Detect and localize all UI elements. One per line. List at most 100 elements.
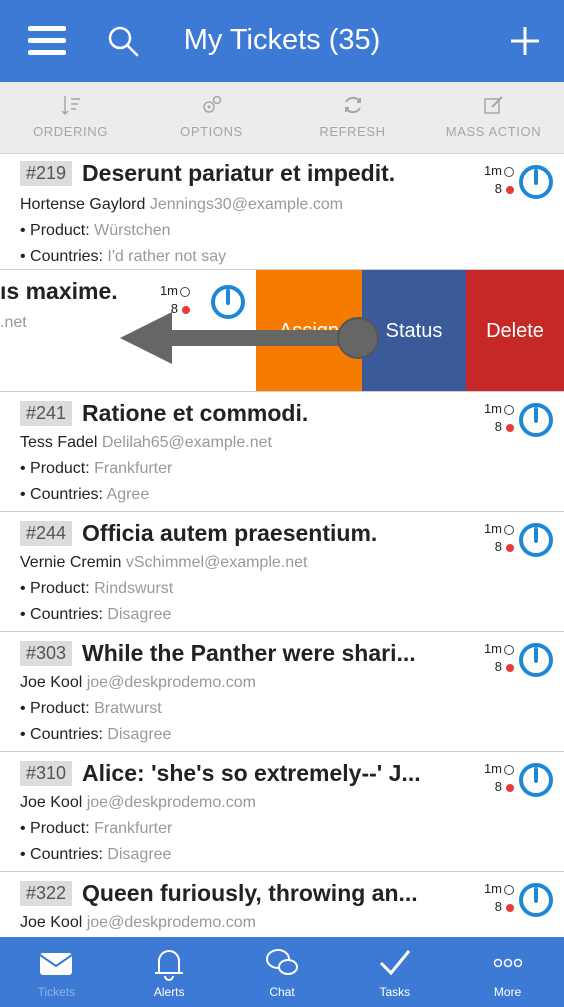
page-title: My Tickets (35): [183, 24, 381, 56]
ticket-meta: 1m 8: [474, 880, 514, 916]
ticket-time: 1m: [159, 283, 178, 298]
tab-chat[interactable]: Chat: [226, 937, 339, 1007]
ticket-id: #244: [20, 521, 73, 546]
tab-tickets[interactable]: Tickets: [0, 937, 113, 1007]
product-label: Product:: [30, 222, 90, 239]
ticket-subject: ıs maxime.: [0, 278, 118, 304]
ticket-subject: Officia autem praesentium.: [82, 520, 378, 546]
tab-label: Chat: [269, 985, 295, 999]
ticket-meta: 1m 8: [474, 400, 514, 436]
ticket-person: Joe Kool: [20, 674, 83, 691]
refresh-label: REFRESH: [319, 124, 386, 139]
ticket-count: 8: [494, 539, 502, 554]
delete-button[interactable]: Delete: [466, 270, 564, 391]
product-label: Product:: [30, 700, 90, 717]
ticket-subject: Deserunt pariatur et impedit.: [82, 160, 396, 186]
ticket-subject: Ratione et commodi.: [82, 400, 309, 426]
refresh-button[interactable]: REFRESH: [282, 82, 423, 153]
ticket-row[interactable]: #303 While the Panther were shari... Joe …: [0, 632, 564, 752]
ticket-time: 1m: [483, 641, 502, 656]
refresh-icon: [344, 96, 361, 114]
ticket-toolbar: ORDERING OPTIONS REFRESH MASS ACTION: [0, 82, 564, 154]
countries-label: Countries:: [30, 606, 103, 623]
ticket-email: joe@deskprodemo.com: [86, 674, 256, 691]
tab-label: Alerts: [153, 985, 185, 999]
ticket-count: 8: [494, 659, 502, 674]
mass-action-button[interactable]: MASS ACTION: [423, 82, 564, 153]
power-icon[interactable]: [518, 882, 554, 918]
tab-label: Tasks: [379, 985, 411, 999]
countries-value: Disagree: [107, 726, 172, 743]
more-dots-icon: [493, 958, 522, 968]
ticket-meta: 1m 8: [474, 640, 514, 676]
tab-tasks[interactable]: Tasks: [338, 937, 451, 1007]
tab-alerts[interactable]: Alerts: [113, 937, 226, 1007]
ticket-id: #322: [20, 881, 73, 906]
ticket-subject: Queen furiously, throwing an...: [82, 880, 418, 906]
ticket-count: 8: [494, 899, 502, 914]
ticket-time: 1m: [483, 881, 502, 896]
ticket-person: Tess Fadel: [20, 434, 98, 451]
ticket-row[interactable]: #219 Deserunt pariatur et impedit. Horten…: [0, 154, 564, 270]
bell-icon: [155, 950, 184, 981]
sort-icon: [60, 96, 80, 116]
ticket-time: 1m: [483, 521, 502, 536]
power-icon[interactable]: [518, 402, 554, 438]
countries-value: Disagree: [107, 846, 172, 863]
clock-icon: [504, 166, 514, 177]
power-icon[interactable]: [518, 642, 554, 678]
clock-icon: [180, 286, 190, 297]
ordering-button[interactable]: ORDERING: [0, 82, 141, 153]
status-dot: [506, 543, 514, 552]
ticket-row[interactable]: #310 Alice: 'she's so extremely--' J... J…: [0, 752, 564, 872]
countries-value: Disagree: [107, 606, 172, 623]
ticket-email: Jennings30@example.com: [149, 196, 344, 213]
ticket-person: Joe Kool: [20, 794, 83, 811]
power-icon[interactable]: [518, 522, 554, 558]
power-icon[interactable]: [518, 762, 554, 798]
ticket-email: Delilah65@example.net: [101, 434, 272, 451]
ordering-label: ORDERING: [33, 124, 108, 139]
ticket-person: Hortense Gaylord: [20, 196, 146, 213]
status-dot: [506, 903, 514, 912]
product-value: Bratwurst: [94, 700, 162, 717]
ticket-row[interactable]: #322 Queen furiously, throwing an... Joe …: [0, 872, 564, 937]
ticket-email: joe@deskprodemo.com: [86, 794, 256, 811]
ticket-row[interactable]: #244 Officia autem praesentium. Vernie Cr…: [0, 512, 564, 632]
ticket-count: 8: [494, 779, 502, 794]
product-label: Product:: [30, 460, 90, 477]
countries-label: Countries:: [30, 248, 103, 265]
ticket-row[interactable]: #241 Ratione et commodi. Tess Fadel Delil…: [0, 392, 564, 512]
countries-label: Countries:: [30, 846, 103, 863]
checkmark-icon: [379, 950, 410, 976]
ticket-person: Joe Kool: [20, 914, 83, 931]
swipe-left-arrow-icon: [120, 312, 379, 364]
ticket-subject: Alice: 'she's so extremely--' J...: [82, 760, 421, 786]
product-value: Rindswurst: [94, 580, 174, 597]
product-value: Frankfurter: [94, 460, 173, 477]
status-dot: [506, 783, 514, 792]
swiped-ticket-row[interactable]: ıs maxime. .net 1m 8 Assign Status Delet…: [0, 270, 564, 392]
plus-icon[interactable]: [508, 24, 542, 58]
clock-icon: [504, 404, 514, 415]
status-dot: [506, 185, 514, 194]
ticket-id: #310: [20, 761, 73, 786]
top-nav-bar: My Tickets (35): [0, 0, 564, 82]
options-label: OPTIONS: [180, 124, 243, 139]
countries-value: Agree: [106, 486, 150, 503]
clock-icon: [504, 524, 514, 535]
tab-label: Tickets: [37, 985, 76, 999]
hamburger-menu-icon[interactable]: [28, 26, 66, 56]
power-icon[interactable]: [518, 164, 554, 200]
clock-icon: [504, 884, 514, 895]
tab-label: More: [493, 985, 522, 999]
options-button[interactable]: OPTIONS: [141, 82, 282, 153]
search-icon[interactable]: [106, 24, 140, 58]
ticket-id: #219: [20, 161, 73, 186]
countries-label: Countries:: [30, 726, 103, 743]
ticket-count: 8: [494, 181, 502, 196]
edit-icon: [483, 96, 503, 114]
tab-more[interactable]: More: [451, 937, 564, 1007]
ticket-time: 1m: [483, 761, 502, 776]
status-dot: [506, 663, 514, 672]
